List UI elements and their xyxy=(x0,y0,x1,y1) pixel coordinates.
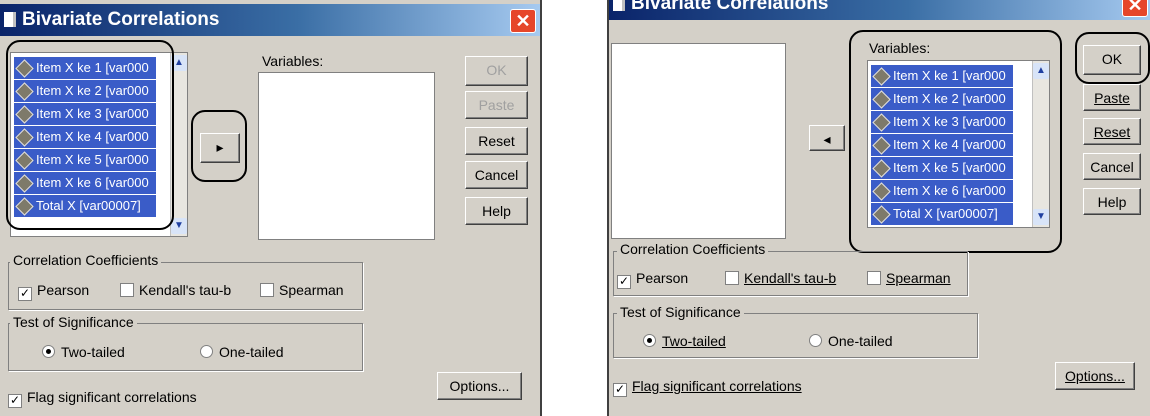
ok-button[interactable]: OK xyxy=(465,56,528,86)
one-tailed-label: One-tailed xyxy=(828,333,893,349)
cancel-button[interactable]: Cancel xyxy=(465,161,528,189)
flag-significant-checkbox[interactable]: ✓ Flag significant correlations xyxy=(8,389,197,408)
help-button[interactable]: Help xyxy=(1083,188,1141,215)
flag-significant-label: Flag significant correlations xyxy=(632,378,802,394)
title-bar: Bivariate Correlations ✕ xyxy=(609,0,1150,20)
flag-significant-label: Flag significant correlations xyxy=(27,389,197,405)
radio-selected xyxy=(643,334,656,347)
unchecked-box xyxy=(260,283,274,297)
app-icon xyxy=(4,12,16,27)
flag-significant-checkbox[interactable]: ✓ Flag significant correlations xyxy=(613,378,802,397)
kendall-checkbox[interactable]: Kendall's tau-b xyxy=(120,282,231,298)
dialog-before: Bivariate Correlations ✕ Item X ke 1 [va… xyxy=(0,0,542,416)
move-to-source-button[interactable]: ◂ xyxy=(809,125,845,151)
help-button[interactable]: Help xyxy=(465,197,528,225)
cancel-button[interactable]: Cancel xyxy=(1083,153,1141,180)
check-icon: ✓ xyxy=(617,274,631,289)
dialog-title: Bivariate Correlations xyxy=(631,0,829,14)
check-icon: ✓ xyxy=(8,393,22,408)
options-button[interactable]: Options... xyxy=(1055,362,1135,390)
source-variable-list[interactable] xyxy=(611,43,786,239)
dialog-after: Bivariate Correlations ✕ ◂ Variables: It… xyxy=(607,0,1150,416)
check-icon: ✓ xyxy=(18,286,32,301)
reset-button[interactable]: Reset xyxy=(1083,118,1141,145)
one-tailed-radio[interactable]: One-tailed xyxy=(200,344,284,360)
reset-button[interactable]: Reset xyxy=(465,127,528,155)
unchecked-box xyxy=(867,271,881,285)
two-tailed-label: Two-tailed xyxy=(662,333,726,349)
selection-highlight-callout xyxy=(6,40,174,230)
one-tailed-radio[interactable]: One-tailed xyxy=(809,333,893,349)
close-icon: ✕ xyxy=(515,11,531,31)
unchecked-box xyxy=(725,271,739,285)
dialog-title: Bivariate Correlations xyxy=(22,9,220,30)
title-bar: Bivariate Correlations ✕ xyxy=(0,4,540,36)
options-button[interactable]: Options... xyxy=(437,372,522,400)
unchecked-box xyxy=(120,283,134,297)
close-icon: ✕ xyxy=(1127,0,1143,15)
scroll-down-icon[interactable]: ▼ xyxy=(171,218,187,234)
spearman-label: Spearman xyxy=(886,270,951,286)
radio-unselected xyxy=(809,334,822,347)
check-icon: ✓ xyxy=(613,382,627,397)
pearson-label: Pearson xyxy=(37,282,90,298)
app-icon xyxy=(613,0,625,11)
test-of-significance-title: Test of Significance xyxy=(10,314,137,330)
spearman-label: Spearman xyxy=(279,282,344,298)
close-button[interactable]: ✕ xyxy=(510,9,536,33)
two-tailed-label: Two-tailed xyxy=(61,344,125,360)
radio-selected xyxy=(42,345,55,358)
two-tailed-radio[interactable]: Two-tailed xyxy=(643,333,726,349)
arrow-left-icon: ◂ xyxy=(823,131,831,147)
kendall-label: Kendall's tau-b xyxy=(139,282,232,298)
correlation-coefficients-title: Correlation Coefficients xyxy=(10,252,162,268)
target-variable-list[interactable] xyxy=(258,72,435,240)
pearson-label: Pearson xyxy=(636,270,689,286)
pearson-checkbox[interactable]: ✓ Pearson xyxy=(18,282,89,301)
pearson-checkbox[interactable]: ✓ Pearson xyxy=(617,270,688,289)
test-of-significance-title: Test of Significance xyxy=(617,304,744,320)
radio-unselected xyxy=(200,345,213,358)
close-button[interactable]: ✕ xyxy=(1122,0,1148,17)
ok-button-callout xyxy=(1075,32,1150,84)
spearman-checkbox[interactable]: Spearman xyxy=(260,282,344,298)
one-tailed-label: One-tailed xyxy=(219,344,284,360)
correlation-coefficients-title: Correlation Coefficients xyxy=(617,241,769,257)
spearman-checkbox[interactable]: Spearman xyxy=(867,270,951,286)
kendall-checkbox[interactable]: Kendall's tau-b xyxy=(725,270,836,286)
paste-button[interactable]: Paste xyxy=(465,91,528,119)
move-button-callout xyxy=(191,110,247,182)
variables-list-callout xyxy=(849,30,1062,253)
two-tailed-radio[interactable]: Two-tailed xyxy=(42,344,125,360)
variables-label: Variables: xyxy=(262,53,324,69)
paste-button[interactable]: Paste xyxy=(1083,84,1141,111)
kendall-label: Kendall's tau-b xyxy=(744,270,837,286)
